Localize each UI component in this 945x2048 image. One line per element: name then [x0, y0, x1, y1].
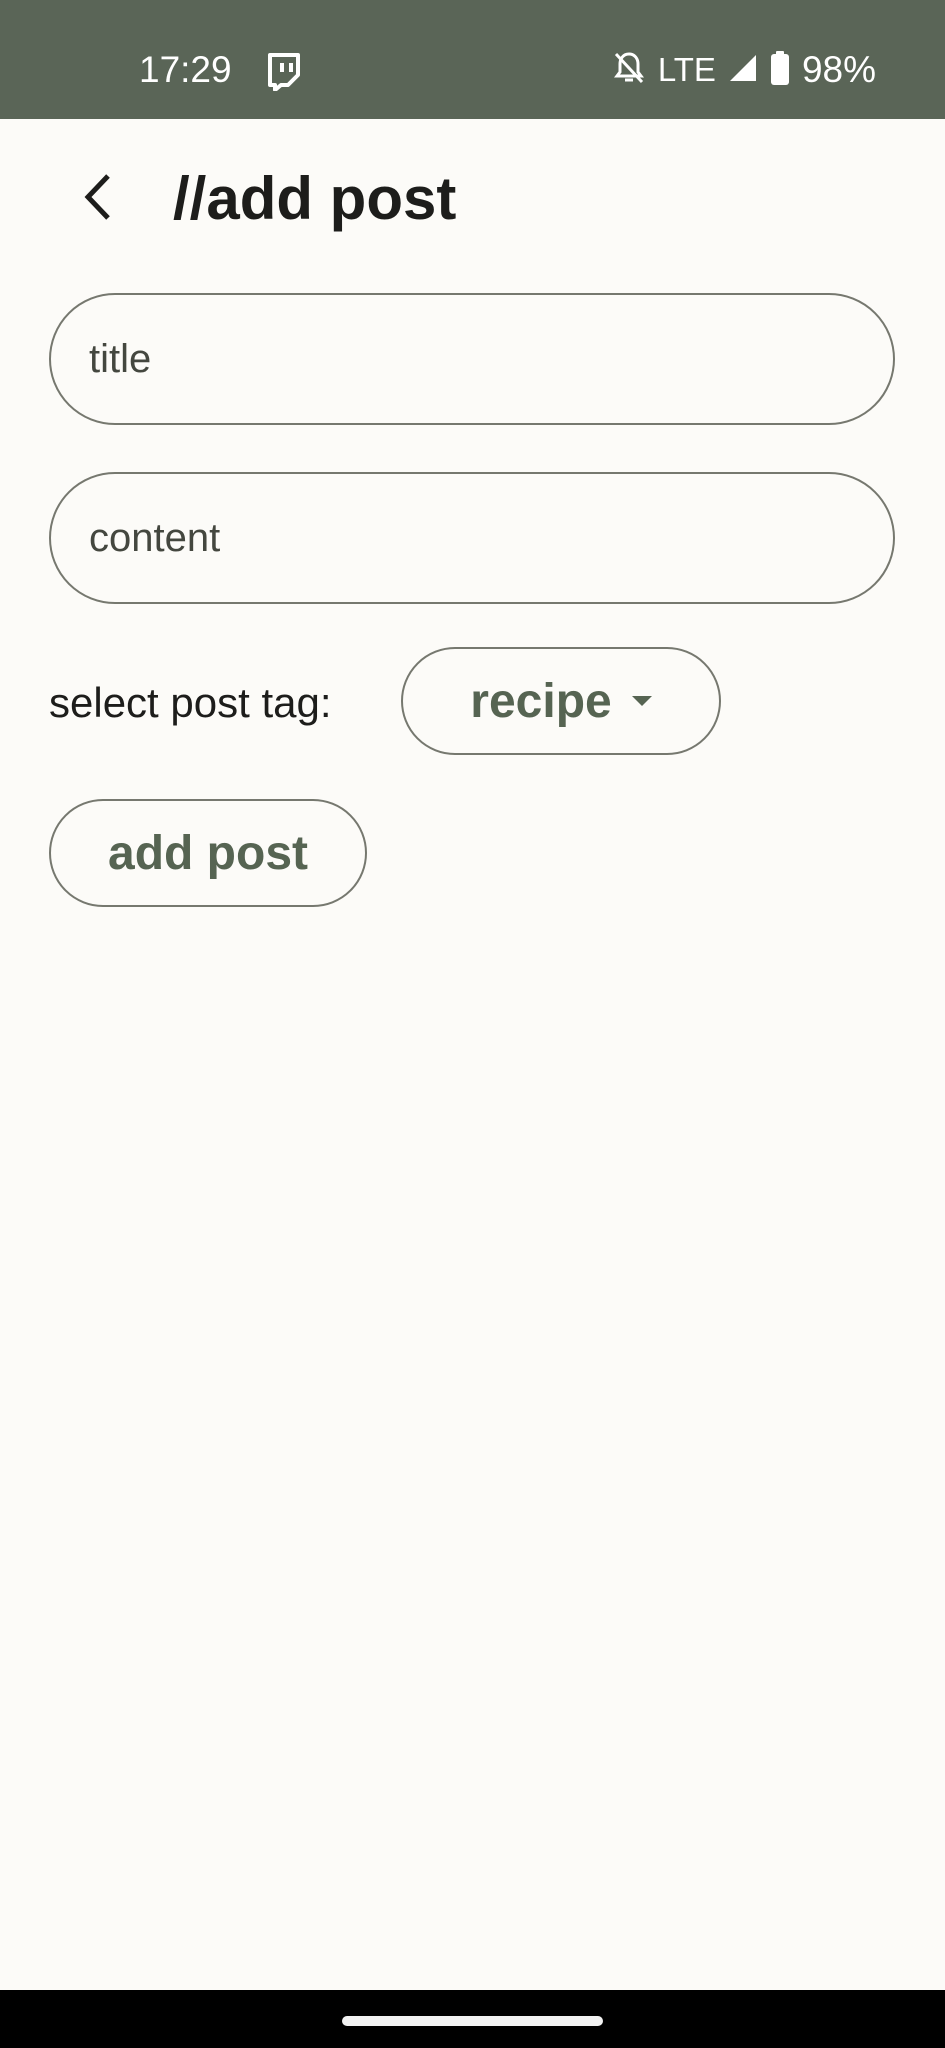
chevron-left-icon: [80, 172, 114, 227]
status-bar: 17:29 LTE 98%: [0, 0, 945, 119]
status-indicators: LTE 98%: [600, 48, 876, 92]
tag-selected-value: recipe: [470, 674, 612, 728]
signal-icon: [728, 53, 758, 88]
network-type: LTE: [657, 51, 716, 88]
back-button[interactable]: [70, 169, 124, 229]
tag-label: select post tag:: [49, 679, 332, 726]
dropdown-arrow-icon: [631, 696, 652, 706]
title-input[interactable]: title: [49, 293, 895, 425]
notifications-off-icon: [612, 50, 646, 91]
post-tag-dropdown[interactable]: recipe: [401, 647, 721, 755]
home-indicator[interactable]: [342, 2016, 603, 2026]
content-input[interactable]: content: [49, 472, 895, 604]
add-post-button[interactable]: add post: [49, 799, 367, 907]
app-bar: //add post: [0, 119, 945, 279]
page-title: //add post: [173, 165, 457, 232]
navigation-bar: [0, 1990, 945, 2048]
content-placeholder: content: [89, 515, 221, 560]
battery-icon: [770, 50, 790, 90]
title-placeholder: title: [89, 336, 152, 381]
battery-percent: 98%: [801, 49, 876, 90]
status-time: 17:29: [139, 49, 232, 90]
twitch-icon: [266, 53, 300, 92]
